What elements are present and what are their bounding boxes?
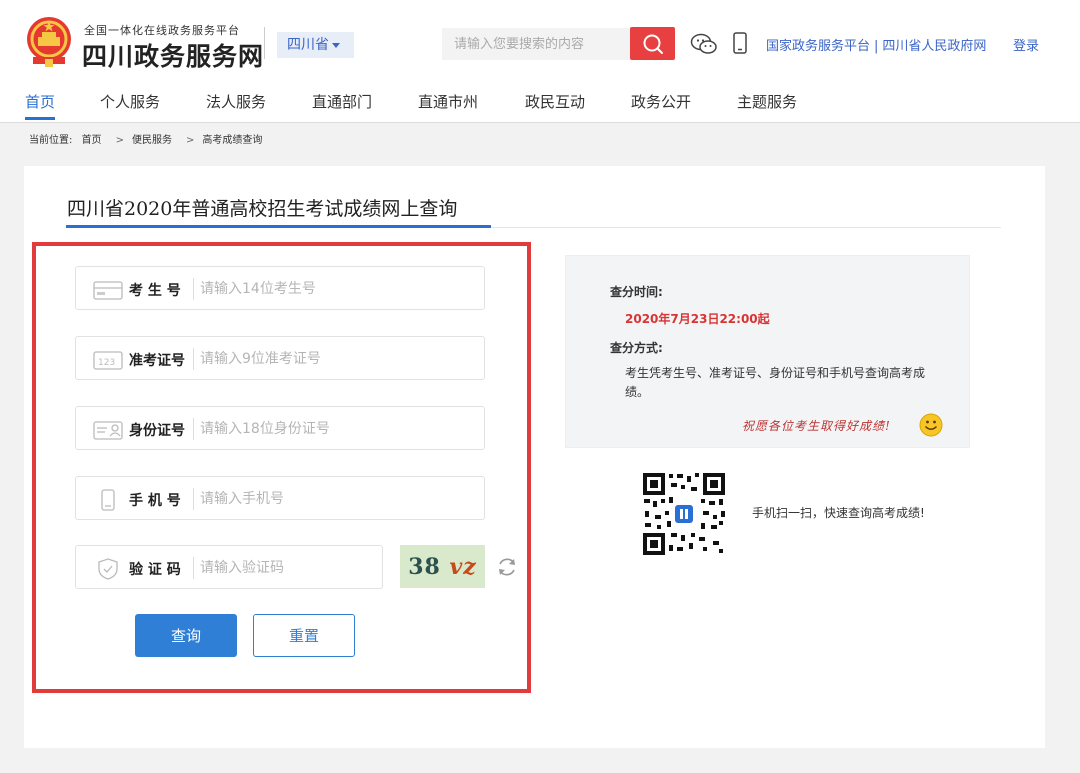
- nav-item-departments[interactable]: 直通部门: [312, 91, 372, 112]
- captcha-field: 验 证 码: [75, 545, 383, 589]
- site-title[interactable]: 四川政务服务网: [82, 37, 264, 73]
- candidate-number-input[interactable]: [200, 277, 470, 301]
- title-underline: [66, 225, 491, 228]
- svg-text:123: 123: [98, 358, 115, 368]
- query-time-label: 查分时间:: [610, 285, 663, 299]
- admission-ticket-field: 123 准考证号: [75, 336, 485, 380]
- field-separator: [193, 348, 194, 370]
- link-separator: |: [874, 39, 879, 54]
- breadcrumb: 当前位置: 首页 > 便民服务 > 高考成绩查询: [29, 131, 268, 146]
- field-separator: [193, 557, 194, 579]
- nav-item-interaction[interactable]: 政民互动: [525, 91, 585, 112]
- field-separator: [193, 278, 194, 300]
- candidate-number-field: 考 生 号: [75, 266, 485, 310]
- field-separator: [193, 418, 194, 440]
- search-icon: [643, 34, 663, 54]
- shield-check-icon: [98, 558, 118, 580]
- captcha-input[interactable]: [200, 556, 375, 580]
- wish-text: 祝愿各位考生取得好成绩!: [742, 419, 891, 433]
- id-number-label: 身份证号: [129, 423, 185, 439]
- admission-ticket-label: 准考证号: [129, 353, 185, 369]
- captcha-letters: vz: [449, 553, 477, 580]
- province-label: 四川省: [287, 37, 329, 53]
- reset-button[interactable]: 重置: [253, 614, 355, 657]
- mobile-label: 手 机 号: [129, 493, 181, 509]
- national-emblem-icon[interactable]: [25, 15, 73, 67]
- breadcrumb-convenience[interactable]: 便民服务: [132, 135, 172, 146]
- caret-down-icon: [332, 42, 340, 48]
- candidate-number-label: 考 生 号: [129, 283, 181, 299]
- mobile-field: 手 机 号: [75, 476, 485, 520]
- query-time-value: 2020年7月23日22:00起: [625, 312, 770, 326]
- main-nav: 首页 个人服务 法人服务 直通部门 直通市州 政民互动 政务公开 主题服务: [0, 82, 1080, 123]
- breadcrumb-arrow: >: [185, 135, 195, 146]
- id-number-field: 身份证号: [75, 406, 485, 450]
- header-divider: [264, 27, 265, 59]
- query-method-desc: 考生凭考生号、准考证号、身份证号和手机号查询高考成绩。: [625, 366, 926, 399]
- search-button[interactable]: [630, 27, 675, 60]
- nav-item-topics[interactable]: 主题服务: [737, 91, 797, 112]
- site-subtitle: 全国一体化在线政务服务平台: [84, 24, 240, 37]
- nav-item-home[interactable]: 首页: [25, 91, 55, 112]
- nav-item-public-affairs[interactable]: 政务公开: [631, 91, 691, 112]
- field-separator: [193, 488, 194, 510]
- phone-icon: [101, 489, 115, 511]
- national-platform-link[interactable]: 国家政务服务平台: [766, 39, 870, 54]
- identity-card-icon: [93, 421, 123, 440]
- login-link[interactable]: 登录: [1013, 35, 1039, 54]
- refresh-icon[interactable]: [495, 555, 519, 579]
- breadcrumb-arrow: >: [115, 135, 124, 146]
- smiley-icon: [919, 413, 943, 437]
- nav-active-indicator: [25, 117, 55, 120]
- mobile-phone-icon[interactable]: [733, 32, 747, 54]
- id-number-input[interactable]: [200, 417, 470, 441]
- search-input[interactable]: [442, 28, 630, 60]
- nav-item-legal-person[interactable]: 法人服务: [206, 91, 266, 112]
- captcha-digits: 38: [408, 553, 441, 580]
- nav-item-personal[interactable]: 个人服务: [100, 91, 160, 112]
- breadcrumb-current: 高考成绩查询: [202, 135, 263, 146]
- admission-ticket-input[interactable]: [200, 347, 470, 371]
- id-card-icon: [93, 281, 123, 300]
- captcha-label: 验 证 码: [129, 562, 181, 578]
- qr-caption: 手机扫一扫，快速查询高考成绩!: [752, 506, 925, 520]
- qr-code-icon[interactable]: [641, 471, 727, 557]
- captcha-image[interactable]: 38 vz: [400, 545, 485, 588]
- ticket-number-icon: 123: [93, 351, 123, 370]
- breadcrumb-label: 当前位置:: [29, 135, 73, 146]
- query-method-label: 查分方式:: [610, 341, 663, 355]
- top-links: 国家政务服务平台 | 四川省人民政府网: [766, 35, 986, 54]
- nav-item-cities[interactable]: 直通市州: [418, 91, 478, 112]
- page-title: 四川省2020年普通高校招生考试成绩网上查询: [67, 198, 458, 220]
- wechat-icon[interactable]: [690, 33, 718, 55]
- provincial-gov-link[interactable]: 四川省人民政府网: [882, 39, 986, 54]
- breadcrumb-home[interactable]: 首页: [82, 135, 102, 146]
- province-selector[interactable]: 四川省: [277, 32, 354, 58]
- mobile-input[interactable]: [200, 487, 470, 511]
- query-button[interactable]: 查询: [135, 614, 237, 657]
